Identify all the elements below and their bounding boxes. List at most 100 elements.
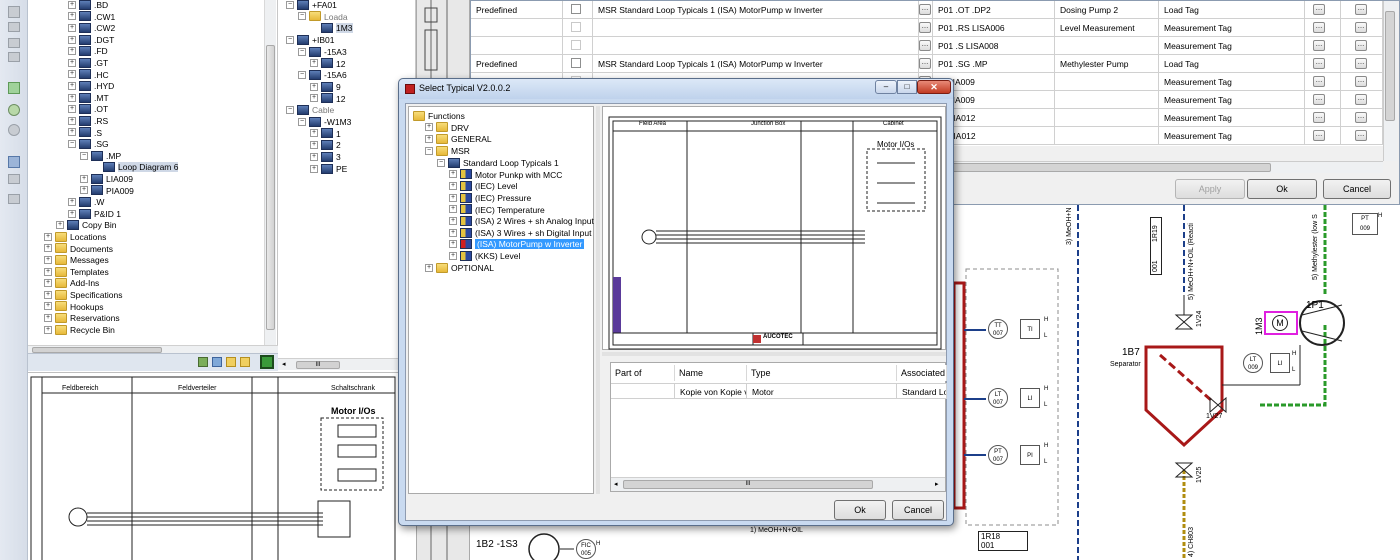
expand-toggle-icon[interactable]: + (68, 12, 76, 21)
grid-cell-c3[interactable]: P01 .RS LISA006 (933, 19, 1055, 37)
grid-cell[interactable]: … (1305, 37, 1341, 55)
grid-cell[interactable]: … (1305, 55, 1341, 73)
grid-cancel-button[interactable]: Cancel (1323, 179, 1391, 199)
expand-toggle-icon[interactable]: − (286, 106, 294, 115)
grid-cell-c3[interactable]: P01 .SG .MP (933, 55, 1055, 73)
grid-cell[interactable]: … (1341, 73, 1383, 91)
toolbar-icon-1[interactable] (8, 6, 20, 18)
project-tree-item[interactable]: + Hookups (44, 300, 104, 312)
project-tree-item[interactable]: +Loop Diagram 6 (92, 160, 179, 173)
toolbar-icon-4[interactable] (8, 52, 20, 62)
expand-toggle-icon[interactable]: + (310, 164, 318, 173)
project-tree-item[interactable]: + Messages (44, 253, 109, 265)
project-tree-item[interactable]: + .MT (68, 91, 109, 103)
function-tree-item[interactable]: + (IEC) Temperature (449, 203, 545, 215)
grid-cell[interactable] (563, 1, 593, 19)
tree-scroll-thumb[interactable] (266, 45, 275, 330)
function-tree-item[interactable]: + (IEC) Pressure (449, 191, 531, 203)
expand-toggle-icon[interactable]: + (449, 205, 457, 214)
tab-icon-1[interactable] (198, 357, 208, 367)
parts-table-header[interactable]: Part of (611, 365, 675, 381)
location-tree-item[interactable]: +12 (310, 92, 345, 104)
toolbar-icon-2[interactable] (8, 22, 20, 32)
grid-cell-c4[interactable] (1055, 91, 1159, 109)
expand-toggle-icon[interactable]: + (310, 141, 318, 150)
location-tree-item[interactable]: +1 (310, 127, 341, 139)
expand-toggle-icon[interactable]: + (44, 302, 52, 311)
project-tree-item[interactable]: + .OT (68, 102, 108, 115)
grid-cell[interactable]: … (919, 19, 933, 37)
tab-icon-3[interactable] (226, 357, 236, 367)
grid-cell[interactable] (563, 37, 593, 55)
function-tree-item[interactable]: Functions (413, 109, 465, 121)
expand-toggle-icon[interactable]: + (44, 244, 52, 253)
grid-cell-c4[interactable] (1055, 109, 1159, 127)
expand-toggle-icon[interactable]: + (44, 290, 52, 299)
grid-cell-c5[interactable]: Measurement Tag (1159, 73, 1305, 91)
expand-toggle-icon[interactable]: − (298, 117, 306, 126)
expand-toggle-icon[interactable]: + (68, 81, 76, 90)
grid-cell-c5[interactable]: Measurement Tag (1159, 91, 1305, 109)
project-tree-item[interactable]: + Specifications (44, 288, 122, 300)
expand-toggle-icon[interactable]: + (449, 181, 457, 190)
grid-ellipsis-button[interactable]: … (1355, 58, 1367, 69)
expand-toggle-icon[interactable]: − (425, 146, 433, 155)
function-tree-item[interactable]: + DRV (425, 121, 469, 133)
toolbar-icon-10[interactable] (8, 194, 20, 204)
grid-cell-c1[interactable]: Predefined (471, 1, 563, 19)
grid-cell-c4[interactable] (1055, 37, 1159, 55)
expand-toggle-icon[interactable]: − (298, 12, 306, 21)
expand-toggle-icon[interactable]: + (68, 35, 76, 44)
grid-cell[interactable]: … (1341, 55, 1383, 73)
project-tree-item[interactable]: + .W (68, 195, 104, 207)
expand-toggle-icon[interactable]: + (449, 228, 457, 237)
tree-hscroll[interactable] (28, 345, 278, 353)
project-tree-item[interactable]: + .RS (68, 114, 108, 126)
expand-toggle-icon[interactable]: − (298, 70, 306, 79)
grid-apply-button[interactable]: Apply (1175, 179, 1245, 199)
parts-hscroll-thumb[interactable]: III (623, 480, 873, 489)
expand-toggle-icon[interactable]: + (310, 94, 318, 103)
expand-toggle-icon[interactable]: + (68, 209, 76, 218)
location-tree-item[interactable]: + PE (310, 162, 347, 174)
location-tree-item[interactable]: +2 (310, 138, 341, 151)
project-tree-item[interactable]: + LIA009 (80, 172, 133, 184)
dialog-maximize-button[interactable]: □ (897, 80, 917, 94)
grid-ellipsis-button[interactable]: … (1355, 112, 1367, 123)
location-tree-item[interactable]: +3 (310, 150, 341, 162)
grid-ellipsis-button[interactable]: … (1313, 4, 1325, 15)
expand-toggle-icon[interactable]: + (310, 129, 318, 138)
location-tree-item[interactable]: − -W1M3 (298, 115, 351, 127)
parts-table-header[interactable]: Associated I (897, 365, 947, 394)
grid-cell-c2[interactable]: MSR Standard Loop Typicals 1 (ISA) Motor… (593, 55, 919, 73)
expand-toggle-icon[interactable]: + (449, 193, 457, 202)
grid-ellipsis-button[interactable]: … (1313, 112, 1325, 123)
grid-cell[interactable]: … (1341, 127, 1383, 145)
expand-toggle-icon[interactable]: + (425, 263, 433, 272)
project-tree-item[interactable]: + Reservations (44, 311, 120, 323)
grid-ellipsis-button[interactable]: … (1313, 94, 1325, 105)
row-checkbox[interactable] (571, 4, 581, 14)
dialog-close-button[interactable]: ✕ (917, 80, 951, 94)
grid-vscroll-thumb[interactable] (1385, 11, 1395, 121)
grid-cell[interactable]: … (1305, 1, 1341, 19)
tree-scrollbar[interactable] (264, 0, 276, 345)
function-tree-item[interactable]: + (ISA) 3 Wires + sh Digital Input (449, 226, 591, 238)
preview-splitter[interactable] (602, 352, 946, 356)
expand-toggle-icon[interactable]: + (44, 325, 52, 334)
expand-toggle-icon[interactable]: + (68, 197, 76, 206)
function-tree-item[interactable]: − Standard Loop Typicals 1 (437, 156, 559, 168)
mid-hscroll-thumb[interactable]: III (296, 361, 340, 369)
expand-toggle-icon[interactable]: + (68, 93, 76, 102)
function-tree-item[interactable]: + GENERAL (425, 132, 492, 145)
grid-cell[interactable]: … (1341, 91, 1383, 109)
location-tree-item[interactable]: +1M3 (310, 21, 353, 34)
expand-toggle-icon[interactable]: + (449, 170, 457, 179)
project-tree-item[interactable]: + .CW1 (68, 10, 115, 22)
project-tree-item[interactable]: + Locations (44, 230, 106, 242)
project-tree-item[interactable]: − .SG (68, 137, 109, 149)
grid-cell[interactable]: … (1305, 127, 1341, 145)
dialog-ok-button[interactable]: Ok (834, 500, 886, 520)
grid-ellipsis-button[interactable]: … (1313, 40, 1325, 51)
toolbar-icon-8[interactable] (8, 156, 20, 168)
